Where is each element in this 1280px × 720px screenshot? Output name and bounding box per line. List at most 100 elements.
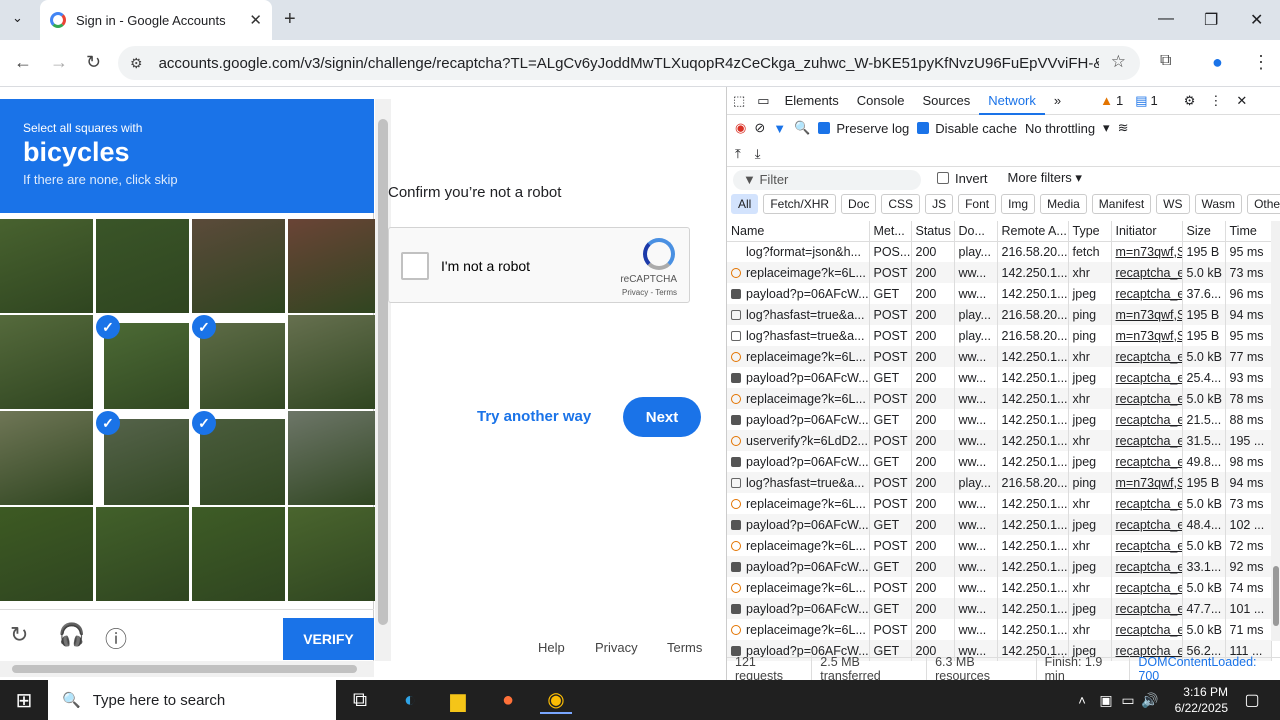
column-header[interactable]: Initiator (1111, 221, 1183, 242)
table-row[interactable]: payload?p=06AFcW... GET 200 ww... 142.250.1.… (727, 514, 1272, 535)
initiator-link[interactable]: recaptcha_e (1116, 602, 1182, 616)
message-icon[interactable]: ▤ (1135, 93, 1147, 109)
table-row[interactable]: replaceimage?k=6L... POST 200 ww... 142.250.… (727, 262, 1272, 283)
captcha-tile[interactable] (288, 315, 381, 409)
reload-icon[interactable]: ↻ (10, 622, 28, 648)
throttling-chevron-icon[interactable]: ▾ (1103, 120, 1110, 136)
captcha-tile[interactable] (288, 219, 381, 313)
initiator-link[interactable]: recaptcha_e (1116, 623, 1182, 637)
initiator-link[interactable]: recaptcha_e (1116, 266, 1182, 280)
column-header[interactable]: Type (1068, 221, 1112, 242)
back-icon[interactable]: ← (14, 52, 32, 73)
chrome-icon[interactable]: ◉ (540, 686, 572, 714)
initiator-link[interactable]: m=n73qwf,S (1116, 308, 1182, 322)
footer-help-link[interactable]: Help (538, 640, 565, 655)
column-header[interactable]: Time (1225, 221, 1272, 242)
devtools-menu-icon[interactable]: ⋮ (1209, 93, 1222, 109)
extensions-icon[interactable]: ⧉ (1160, 52, 1171, 70)
captcha-tile[interactable]: ✓ (192, 411, 285, 505)
initiator-link[interactable]: recaptcha_e (1116, 287, 1182, 301)
captcha-tile[interactable]: ✓ (96, 315, 189, 409)
footer-privacy-link[interactable]: Privacy (595, 640, 638, 655)
audio-icon[interactable]: 🎧 (58, 622, 85, 648)
more-filters-dropdown[interactable]: More filters ▾ (1008, 170, 1082, 186)
type-filter-fetchxhr[interactable]: Fetch/XHR (763, 194, 837, 214)
initiator-link[interactable]: recaptcha_e (1116, 392, 1182, 406)
record-icon[interactable]: ◉ (735, 120, 746, 136)
more-tabs-icon[interactable]: » (1045, 87, 1070, 115)
invert-checkbox[interactable]: Invert (937, 171, 988, 186)
profile-icon[interactable]: ● (1212, 52, 1223, 73)
browser-tab[interactable]: Sign in - Google Accounts ✕ (40, 0, 272, 40)
next-button[interactable]: Next (623, 397, 701, 437)
table-row[interactable]: replaceimage?k=6L... POST 200 ww... 142.250.… (727, 388, 1272, 409)
initiator-link[interactable]: recaptcha_e (1116, 413, 1182, 427)
bookmark-star-icon[interactable]: ☆ (1111, 52, 1126, 72)
taskbar-search[interactable]: 🔍 Type here to search (48, 680, 336, 720)
initiator-link[interactable]: recaptcha_e (1116, 350, 1182, 364)
table-row[interactable]: log?hasfast=true&a... POST 200 play... 216.5… (727, 325, 1272, 346)
type-filter-js[interactable]: JS (925, 194, 954, 214)
initiator-link[interactable]: recaptcha_e (1116, 455, 1182, 469)
table-row[interactable]: log?hasfast=true&a... POST 200 play... 216.5… (727, 472, 1272, 493)
import-har-icon[interactable]: ⤒ (735, 146, 741, 162)
table-row[interactable]: replaceimage?k=6L... POST 200 ww... 142.250.… (727, 346, 1272, 367)
tab-console[interactable]: Console (848, 87, 914, 115)
network-scrollbar[interactable] (1271, 221, 1280, 641)
initiator-link[interactable]: m=n73qwf,S (1116, 476, 1182, 490)
type-filter-doc[interactable]: Doc (841, 194, 877, 214)
column-header[interactable]: Remote A... (997, 221, 1069, 242)
column-header[interactable]: Do... (954, 221, 998, 242)
filter-input[interactable]: ▼ Filter (733, 170, 921, 190)
settings-icon[interactable]: ⚙ (1184, 93, 1196, 109)
type-filter-manifest[interactable]: Manifest (1091, 194, 1152, 214)
captcha-horizontal-scrollbar[interactable] (0, 661, 374, 677)
network-conditions-icon[interactable]: ≋ (1118, 120, 1129, 136)
initiator-link[interactable]: recaptcha_e (1116, 560, 1182, 574)
initiator-link[interactable]: recaptcha_e (1116, 434, 1182, 448)
tab-search-icon[interactable]: ⌄ (12, 10, 23, 26)
warning-icon[interactable]: ▲ (1100, 93, 1113, 108)
address-bar[interactable]: ⚙ accounts.google.com/v3/signin/challeng… (118, 46, 1140, 80)
table-row[interactable]: payload?p=06AFcW... GET 200 ww... 142.250.1.… (727, 367, 1272, 388)
device-toggle-icon[interactable]: ▭ (751, 87, 775, 115)
captcha-tile[interactable] (0, 315, 93, 409)
type-filter-font[interactable]: Font (958, 194, 997, 214)
captcha-tile[interactable] (192, 219, 285, 313)
table-row[interactable]: payload?p=06AFcW... GET 200 ww... 142.250.1.… (727, 556, 1272, 577)
type-filter-wasm[interactable]: Wasm (1194, 194, 1243, 214)
edge-icon[interactable]: ◐ (394, 686, 426, 714)
menu-icon[interactable]: ⋮ (1252, 52, 1270, 73)
export-har-icon[interactable]: ⤓ (755, 146, 761, 162)
reload-page-icon[interactable]: ↻ (86, 52, 101, 73)
new-tab-icon[interactable]: + (284, 8, 296, 31)
initiator-link[interactable]: recaptcha_e (1116, 539, 1182, 553)
tab-sources[interactable]: Sources (914, 87, 980, 115)
not-robot-checkbox[interactable] (401, 252, 429, 280)
column-header[interactable]: Name (727, 221, 870, 242)
table-row[interactable]: payload?p=06AFcW... GET 200 ww... 142.250.1.… (727, 409, 1272, 430)
info-icon[interactable]: ⓘ (105, 622, 127, 654)
initiator-link[interactable]: recaptcha_e (1116, 518, 1182, 532)
forward-icon[interactable]: → (50, 52, 68, 73)
captcha-tile[interactable] (288, 411, 381, 505)
captcha-tile[interactable] (192, 507, 285, 601)
close-devtools-icon[interactable]: ✕ (1236, 93, 1247, 109)
captcha-tile[interactable] (96, 219, 189, 313)
close-window-icon[interactable]: ✕ (1250, 10, 1263, 30)
type-filter-css[interactable]: CSS (881, 194, 921, 214)
table-row[interactable]: replaceimage?k=6L... POST 200 ww... 142.250.… (727, 493, 1272, 514)
captcha-tile[interactable]: ✓ (192, 315, 285, 409)
type-filter-img[interactable]: Img (1001, 194, 1036, 214)
initiator-link[interactable]: m=n73qwf,S (1116, 329, 1182, 343)
tab-elements[interactable]: Elements (776, 87, 848, 115)
column-header[interactable]: Size (1182, 221, 1226, 242)
table-row[interactable]: log?format=json&h... POS... 200 play... 216.… (727, 241, 1272, 262)
restore-icon[interactable]: ❐ (1204, 10, 1218, 30)
footer-terms-link[interactable]: Terms (667, 640, 702, 655)
task-view-icon[interactable]: ⧉ (344, 686, 376, 714)
windows-start-icon[interactable]: ⊞ (8, 686, 40, 714)
table-row[interactable]: log?hasfast=true&a... POST 200 play... 216.5… (727, 304, 1272, 325)
search-icon[interactable]: 🔍 (794, 120, 810, 136)
captcha-tile[interactable] (96, 507, 189, 601)
